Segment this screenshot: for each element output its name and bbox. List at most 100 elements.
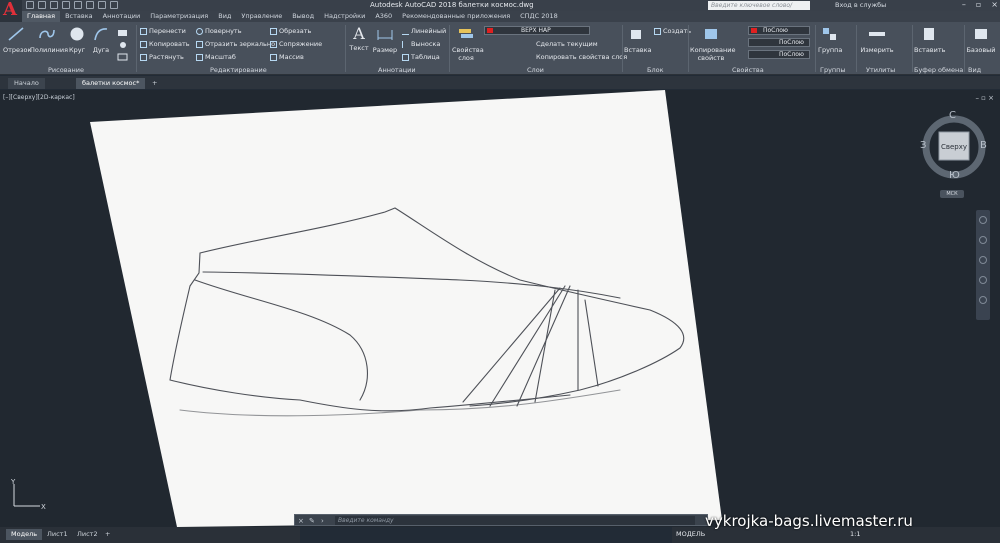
close-command-icon[interactable]: × — [298, 517, 306, 525]
drawing-area[interactable]: [–][Сверху][2D-каркас] – ▫ × С Ю З В Све… — [0, 90, 1000, 527]
wcs-menu[interactable]: МСК — [940, 190, 964, 198]
move-button[interactable]: Перенести — [140, 27, 186, 35]
dimension-button[interactable]: Размер — [372, 26, 398, 54]
match-layer-button[interactable]: Копировать свойства слоя — [536, 53, 627, 61]
save-icon[interactable] — [50, 1, 58, 9]
add-layout-button[interactable]: + — [100, 529, 115, 540]
zoom-icon[interactable] — [979, 256, 987, 264]
make-current-button[interactable]: Сделать текущим — [536, 40, 598, 48]
maximize-icon[interactable]: ▫ — [976, 0, 981, 9]
draw-tools-icons[interactable] — [116, 28, 130, 64]
pan-icon[interactable] — [979, 236, 987, 244]
polyline-button[interactable]: Полилиния — [30, 26, 68, 54]
sign-in-button[interactable]: Вход в службы — [835, 1, 886, 9]
command-input[interactable]: Введите команду — [335, 516, 695, 525]
line-button[interactable]: Отрезок — [3, 26, 31, 54]
layer-properties-button[interactable]: Свойства слоя — [452, 26, 484, 62]
recent-commands-icon[interactable]: › — [321, 517, 329, 525]
properties-panel-title[interactable]: Свойства — [732, 66, 764, 74]
viewcube-west[interactable]: З — [920, 140, 926, 151]
close-icon[interactable]: × — [991, 0, 998, 9]
tab-model[interactable]: Модель — [6, 529, 43, 540]
groups-panel-title[interactable]: Группы — [820, 66, 846, 74]
circle-button[interactable]: Круг — [66, 26, 88, 54]
linear-dimension-button[interactable]: Линейный — [402, 27, 446, 35]
paste-button[interactable]: Вставить — [914, 26, 945, 54]
annotation-panel-title[interactable]: Аннотации — [378, 66, 416, 74]
file-tab-active[interactable]: балетки космос* — [76, 78, 146, 89]
scale-button[interactable]: Масштаб — [196, 53, 236, 61]
steering-wheel-icon[interactable] — [979, 216, 987, 224]
print-icon[interactable] — [86, 1, 94, 9]
color-dropdown[interactable]: ПоСлою — [748, 26, 810, 35]
mirror-button[interactable]: Отразить зеркально — [196, 40, 275, 48]
viewcube-east[interactable]: В — [980, 140, 987, 151]
tab-home[interactable]: Главная — [22, 11, 61, 22]
layers-panel-title[interactable]: Слои — [527, 66, 544, 74]
new-icon[interactable] — [26, 1, 34, 9]
viewport-label[interactable]: [–][Сверху][2D-каркас] — [3, 94, 75, 101]
measure-button[interactable]: Измерить — [860, 26, 894, 54]
tab-featured-apps[interactable]: Рекомендованные приложения — [397, 11, 515, 22]
tab-parametric[interactable]: Параметризация — [145, 11, 213, 22]
fillet-button[interactable]: Сопряжение — [270, 40, 322, 48]
group-label: Группа — [818, 46, 843, 54]
match-properties-button[interactable]: Копирование свойств — [690, 26, 735, 62]
redo-icon[interactable] — [110, 1, 118, 9]
start-tab[interactable]: Начало — [8, 78, 45, 89]
tab-manage[interactable]: Управление — [236, 11, 287, 22]
viewcube-south[interactable]: Ю — [949, 170, 960, 181]
viewcube-face-top[interactable]: Сверху — [939, 143, 969, 151]
new-tab-button[interactable]: + — [146, 78, 163, 89]
arc-button[interactable]: Дуга — [90, 26, 112, 54]
view-panel-title[interactable]: Вид — [968, 66, 981, 74]
linear-label: Линейный — [411, 27, 447, 35]
tab-insert[interactable]: Вставка — [60, 11, 98, 22]
trim-button[interactable]: Обрезать — [270, 27, 311, 35]
tab-view[interactable]: Вид — [213, 11, 236, 22]
group-button[interactable]: Группа — [818, 26, 842, 54]
minimize-icon[interactable]: – — [962, 0, 966, 9]
leader-button[interactable]: Выноска — [402, 40, 440, 48]
model-space-button[interactable]: МОДЕЛЬ — [676, 530, 705, 538]
open-icon[interactable] — [38, 1, 46, 9]
tab-output[interactable]: Вывод — [287, 11, 319, 22]
showmotion-icon[interactable] — [979, 296, 987, 304]
lineweight-dropdown[interactable]: ПоСлою — [748, 50, 810, 59]
viewcube-north[interactable]: С — [949, 110, 956, 121]
tab-layout2[interactable]: Лист2 — [72, 529, 103, 540]
save-as-icon[interactable] — [62, 1, 70, 9]
insert-block-button[interactable]: Вставка — [624, 26, 652, 54]
linetype-dropdown[interactable]: ПоСлою — [748, 38, 810, 47]
clipboard-panel-title[interactable]: Буфер обмена — [914, 66, 963, 74]
table-button[interactable]: Таблица — [402, 53, 440, 61]
array-button[interactable]: Массив — [270, 53, 304, 61]
utilities-panel-title[interactable]: Утилиты — [866, 66, 895, 74]
block-panel-title[interactable]: Блок — [647, 66, 664, 74]
tab-a360[interactable]: A360 — [370, 11, 397, 22]
tab-spds[interactable]: СПДС 2018 — [515, 11, 563, 22]
web-icon[interactable] — [74, 1, 82, 9]
create-block-button[interactable]: Создать — [654, 27, 691, 35]
search-input[interactable]: Введите ключевое слово/фразу — [708, 1, 810, 18]
tab-annotate[interactable]: Аннотации — [98, 11, 146, 22]
modify-panel-title[interactable]: Редактирование — [210, 66, 267, 74]
text-button[interactable]: A Текст — [348, 26, 370, 53]
annotation-scale[interactable]: 1:1 — [850, 530, 860, 538]
viewcube[interactable]: С Ю З В Сверху — [920, 110, 990, 200]
layer-color-swatch — [487, 28, 493, 33]
base-view-button[interactable]: Базовый — [966, 26, 996, 54]
customize-icon[interactable]: ✎ — [309, 517, 317, 525]
fillet-icon — [270, 40, 277, 48]
tab-addins[interactable]: Надстройки — [319, 11, 370, 22]
copy-button[interactable]: Копировать — [140, 40, 190, 48]
rotate-button[interactable]: Повернуть — [196, 27, 242, 35]
tab-layout1[interactable]: Лист1 — [42, 529, 73, 540]
layer-dropdown[interactable]: ВЕРХ НАР — [484, 26, 590, 35]
stretch-button[interactable]: Растянуть — [140, 53, 184, 61]
orbit-icon[interactable] — [979, 276, 987, 284]
draw-panel-title[interactable]: Рисование — [48, 66, 84, 74]
viewport-controls[interactable]: – ▫ × — [975, 94, 994, 102]
application-menu-button[interactable]: A — [0, 0, 22, 22]
undo-icon[interactable] — [98, 1, 106, 9]
